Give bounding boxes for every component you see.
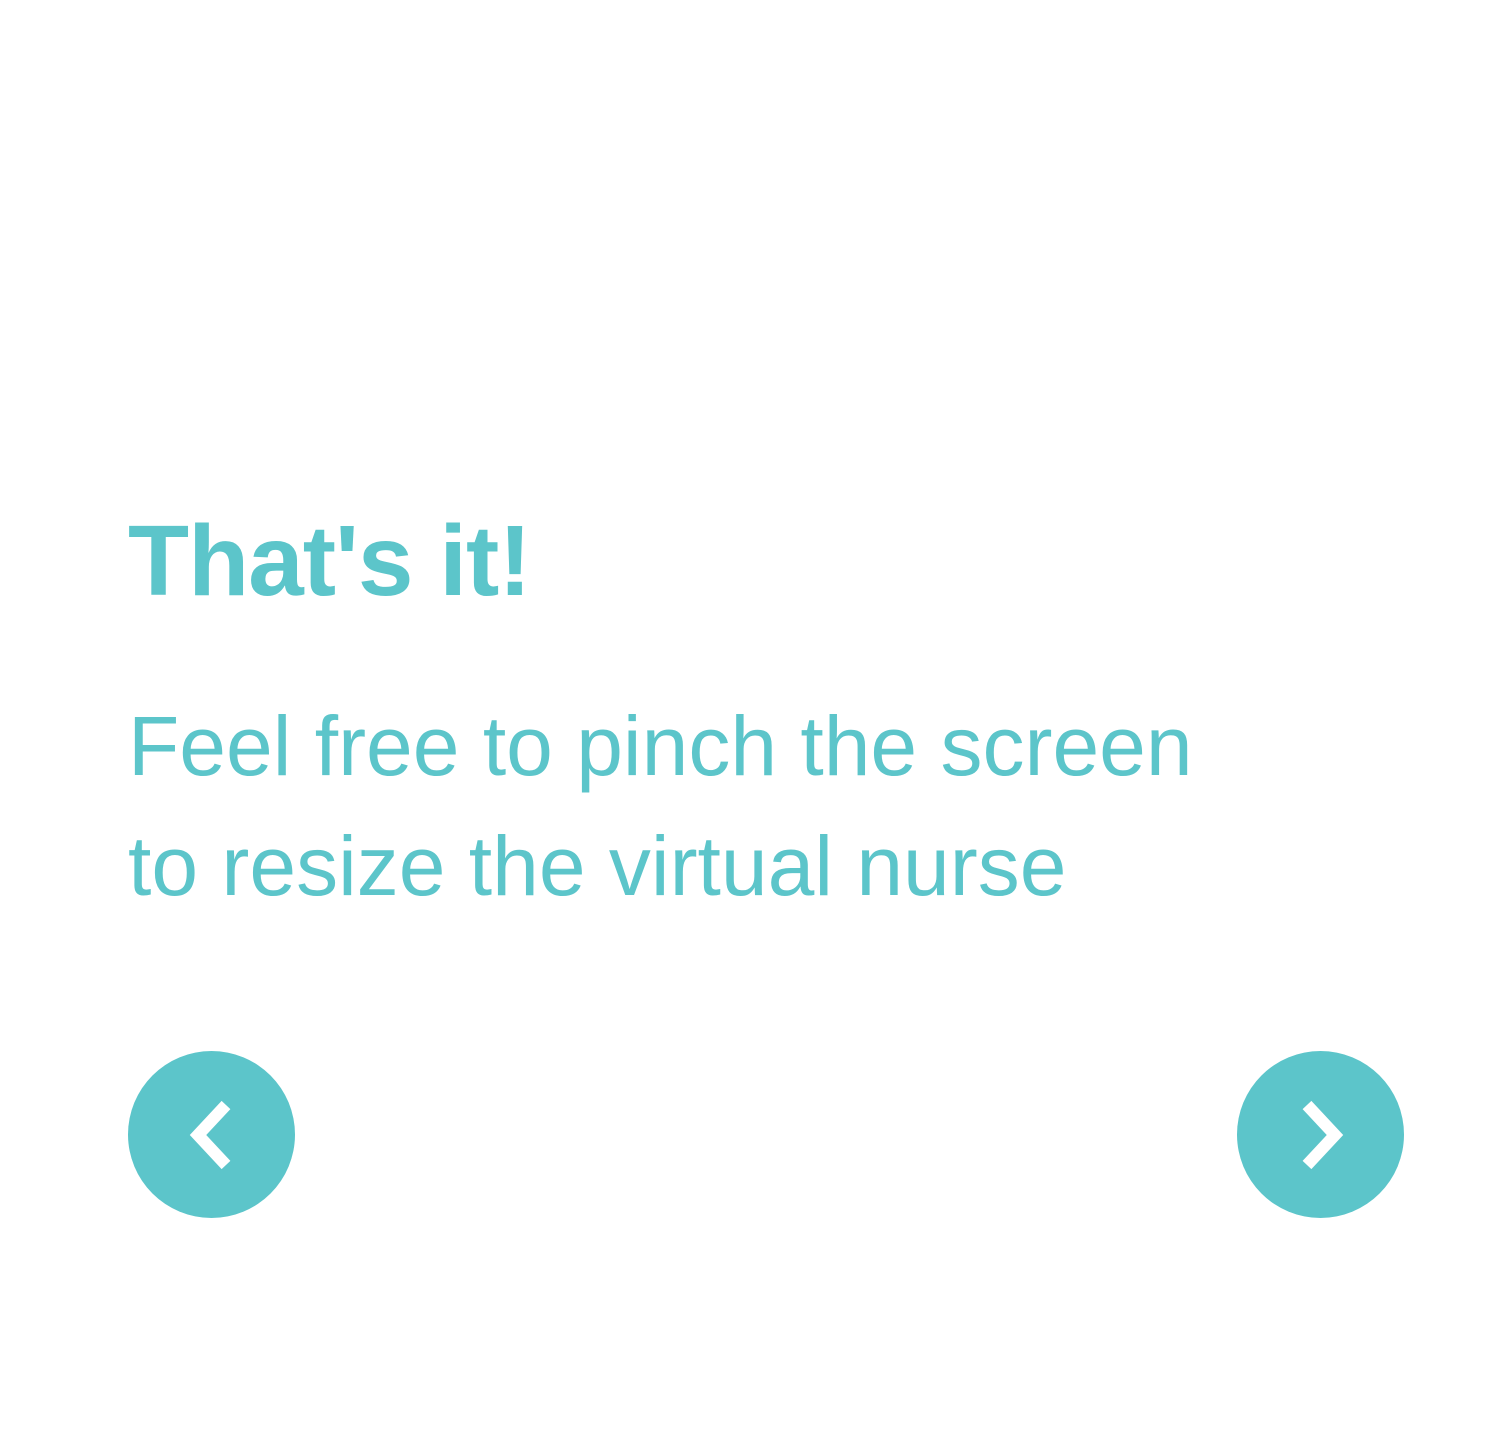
page-title: That's it! (128, 505, 532, 617)
next-button[interactable] (1237, 1051, 1404, 1218)
chevron-left-icon (189, 1100, 230, 1169)
chevron-right-icon (1302, 1100, 1343, 1169)
instruction-line-1: Feel free to pinch the screen (128, 699, 1193, 793)
instruction-text: Feel free to pinch the screen to resize … (128, 686, 1378, 926)
instruction-line-2: to resize the virtual nurse (128, 819, 1067, 913)
previous-button[interactable] (128, 1051, 295, 1218)
onboarding-panel: That's it! Feel free to pinch the screen… (128, 0, 1408, 1434)
